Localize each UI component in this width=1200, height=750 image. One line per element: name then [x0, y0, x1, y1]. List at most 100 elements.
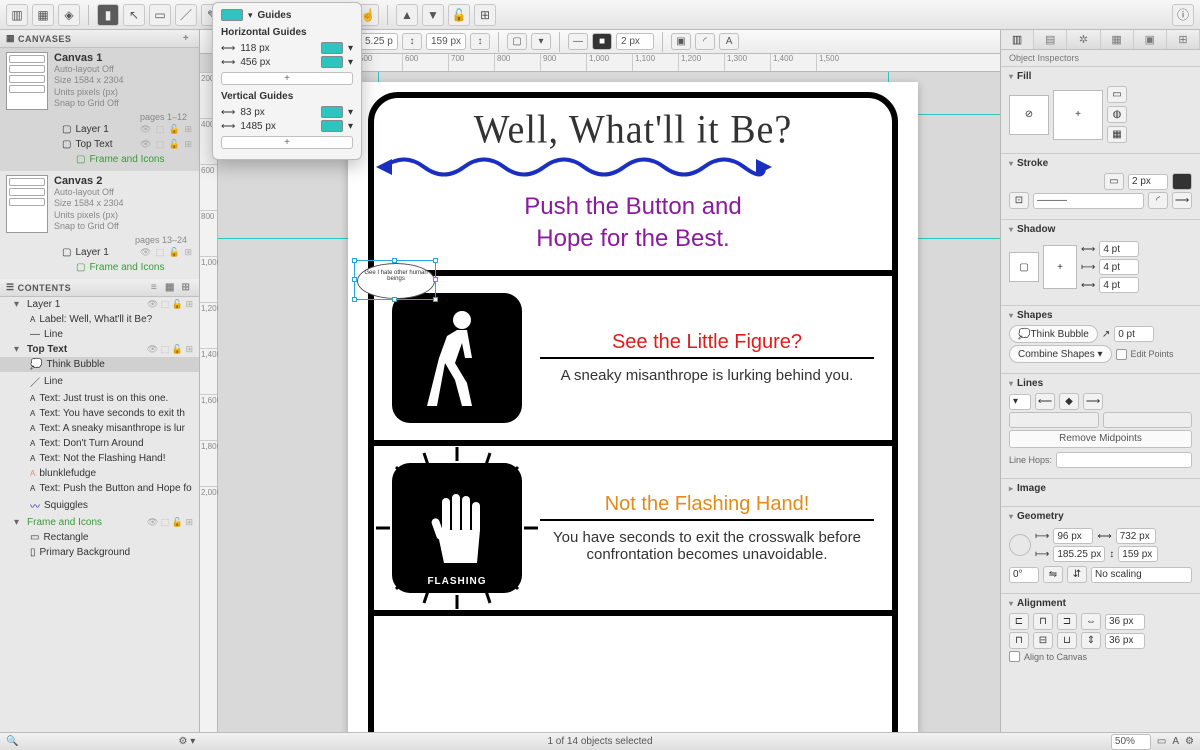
combine-shapes-button[interactable]: Combine Shapes ▾	[1009, 345, 1112, 363]
tool-line-icon[interactable]: ／	[175, 4, 197, 26]
zoom-field[interactable]: 50%	[1111, 734, 1151, 750]
add-v-guide-button[interactable]: +	[221, 136, 353, 149]
layer-row[interactable]: ▢Frame and Icons	[62, 260, 193, 275]
flip-h-icon[interactable]: ⇋	[1043, 566, 1063, 583]
x-field[interactable]: 5.25 p	[360, 33, 398, 50]
back-icon[interactable]: ▼	[422, 4, 444, 26]
layer-row[interactable]: ▢Layer 1👁 ⬚ 🔓 ⊞	[62, 122, 193, 137]
tab-type-icon[interactable]: ▤	[1034, 30, 1067, 49]
section-header[interactable]: Lines	[1009, 378, 1192, 389]
line-end-icon[interactable]: ⟶	[1083, 393, 1103, 410]
section-header[interactable]: Stroke	[1009, 158, 1192, 169]
dist-v-icon[interactable]: ⇕	[1081, 632, 1101, 649]
shadow-x-field[interactable]: 4 pt	[1099, 259, 1139, 275]
section-header[interactable]: Geometry	[1009, 511, 1192, 522]
stroke-width-field[interactable]: 2 px	[1128, 174, 1168, 190]
view-mode-icon[interactable]: ⊞	[179, 281, 193, 295]
line-tail-field[interactable]	[1009, 412, 1099, 428]
line-start-icon[interactable]: ⟵	[1035, 393, 1055, 410]
selection-box[interactable]	[354, 260, 436, 300]
contents-row[interactable]: AText: Push the Button and Hope fo	[0, 481, 199, 496]
dropdown-icon[interactable]: ▾	[348, 107, 353, 118]
text-icon[interactable]: A	[719, 33, 739, 50]
gear-icon[interactable]: ⚙	[1185, 736, 1194, 747]
align-canvas-checkbox[interactable]	[1009, 651, 1020, 662]
align-center-icon[interactable]: ⊓	[1033, 613, 1053, 630]
canvas-item[interactable]: Canvas 2 Auto-layout OffSize 1584 x 2304…	[0, 171, 199, 279]
dropdown-icon[interactable]: ▾	[348, 43, 353, 54]
contents-row[interactable]: ▭Rectangle	[0, 530, 199, 545]
edit-points-checkbox[interactable]	[1116, 349, 1127, 360]
cap-icon[interactable]: ⟶	[1172, 192, 1192, 209]
contents-row[interactable]: ／Line	[0, 372, 199, 391]
text-tool-icon[interactable]: A	[1172, 736, 1179, 747]
add-canvas-icon[interactable]: +	[179, 32, 193, 46]
align-middle-icon[interactable]: ⊟	[1033, 632, 1053, 649]
h-guide-value[interactable]: 118 px	[240, 43, 316, 54]
contents-row[interactable]: 〰Squiggles	[0, 496, 199, 515]
fill-opt-icon[interactable]: ▦	[1107, 126, 1127, 143]
shadow-blur-field[interactable]: 4 pt	[1099, 241, 1139, 257]
shadow-icon[interactable]: ▣	[671, 33, 691, 50]
contents-row[interactable]: ▾Frame and Icons👁 ⬚ 🔓 ⊞	[0, 515, 199, 530]
canvas-item[interactable]: Canvas 1 Auto-layout OffSize 1584 x 2304…	[0, 48, 199, 171]
flip-v-icon[interactable]: ⇵	[1067, 566, 1087, 583]
corner-icon[interactable]: ◜	[1148, 192, 1168, 209]
line-mid-icon[interactable]: ◆	[1059, 393, 1079, 410]
tab-document-icon[interactable]: ▣	[1134, 30, 1167, 49]
dropdown-icon[interactable]: ▾	[248, 10, 253, 21]
contents-row[interactable]: AText: A sneaky misanthrope is lur	[0, 421, 199, 436]
layer-row[interactable]: ▢Layer 1👁 ⬚ 🔓 ⊞	[62, 245, 193, 260]
v-guide-value[interactable]: 83 px	[240, 107, 316, 118]
search-icon[interactable]: 🔍	[6, 736, 18, 747]
dropdown-icon[interactable]: ▾	[348, 57, 353, 68]
canvases-icon[interactable]: ▦	[32, 4, 54, 26]
stroke-style-icon[interactable]: ⊡	[1009, 192, 1029, 209]
stroke-width-field[interactable]: 2 px	[616, 33, 654, 50]
section-header[interactable]: Alignment	[1009, 598, 1192, 609]
vertical-ruler[interactable]: 2004006008001,0001,2001,4001,6001,8002,0…	[200, 72, 218, 732]
stroke-dash-field[interactable]: ———	[1033, 193, 1144, 209]
geom-x-field[interactable]: 96 px	[1053, 528, 1093, 544]
contents-row[interactable]: AText: Just trust is on this one.	[0, 391, 199, 406]
contents-row[interactable]: AText: Not the Flashing Hand!	[0, 451, 199, 466]
spacing-h-field[interactable]: 36 px	[1105, 614, 1145, 630]
presentation-icon[interactable]: ▭	[1157, 736, 1166, 747]
shape-picker[interactable]: 💭 Think Bubble	[1009, 325, 1098, 343]
guide-swatch[interactable]	[321, 56, 343, 68]
fill-opt-icon[interactable]: ▭	[1107, 86, 1127, 103]
contents-row[interactable]: ▾Layer 1👁 ⬚ 🔓 ⊞	[0, 297, 199, 312]
canvas-viewport[interactable]: Well, What'll it Be? Push the Button and…	[218, 72, 1000, 732]
line-type-field[interactable]: ▾	[1009, 394, 1031, 410]
shadow-y-field[interactable]: 4 pt	[1099, 277, 1139, 293]
view-mode-icon[interactable]: ▦	[163, 281, 177, 295]
section-header[interactable]: Shadow	[1009, 224, 1192, 235]
shape-rotation-field[interactable]: 0 pt	[1114, 326, 1154, 342]
dist-h-icon[interactable]: ⇔	[1081, 613, 1101, 630]
fill-color-swatch[interactable]: +	[1053, 90, 1103, 140]
align-bottom-icon[interactable]: ⊔	[1057, 632, 1077, 649]
x-stepper-icon[interactable]: ↕	[402, 33, 422, 50]
layer-row[interactable]: ▢Top Text👁 ⬚ 🔓 ⊞	[62, 137, 193, 152]
tool-pointer-icon[interactable]: ↖	[123, 4, 145, 26]
layers-icon[interactable]: ◈	[58, 4, 80, 26]
tab-canvas-icon[interactable]: ▦	[1101, 30, 1134, 49]
rotation-field[interactable]: 0°	[1009, 567, 1039, 583]
remove-midpoints-button[interactable]: Remove Midpoints	[1009, 430, 1192, 448]
geom-w-field[interactable]: 732 px	[1116, 528, 1156, 544]
corner-icon[interactable]: ◜	[695, 33, 715, 50]
dropdown-icon[interactable]: ▾	[348, 121, 353, 132]
guide-swatch[interactable]	[321, 42, 343, 54]
guide-swatch[interactable]	[321, 120, 343, 132]
section-header[interactable]: Image	[1009, 483, 1192, 494]
stroke-color-icon[interactable]: ■	[592, 33, 612, 50]
align-left-icon[interactable]: ⊏	[1009, 613, 1029, 630]
geom-h-field[interactable]: 159 px	[1118, 546, 1158, 562]
contents-row[interactable]: ▾Top Text👁 ⬚ 🔓 ⊞	[0, 342, 199, 357]
stroke-style-icon[interactable]: —	[568, 33, 588, 50]
section-header[interactable]: Fill	[1009, 71, 1192, 82]
y-stepper-icon[interactable]: ↕	[470, 33, 490, 50]
v-guide-value[interactable]: 1485 px	[240, 121, 316, 132]
stroke-pos-icon[interactable]: ▭	[1104, 173, 1124, 190]
contents-row[interactable]: —Line	[0, 327, 199, 342]
